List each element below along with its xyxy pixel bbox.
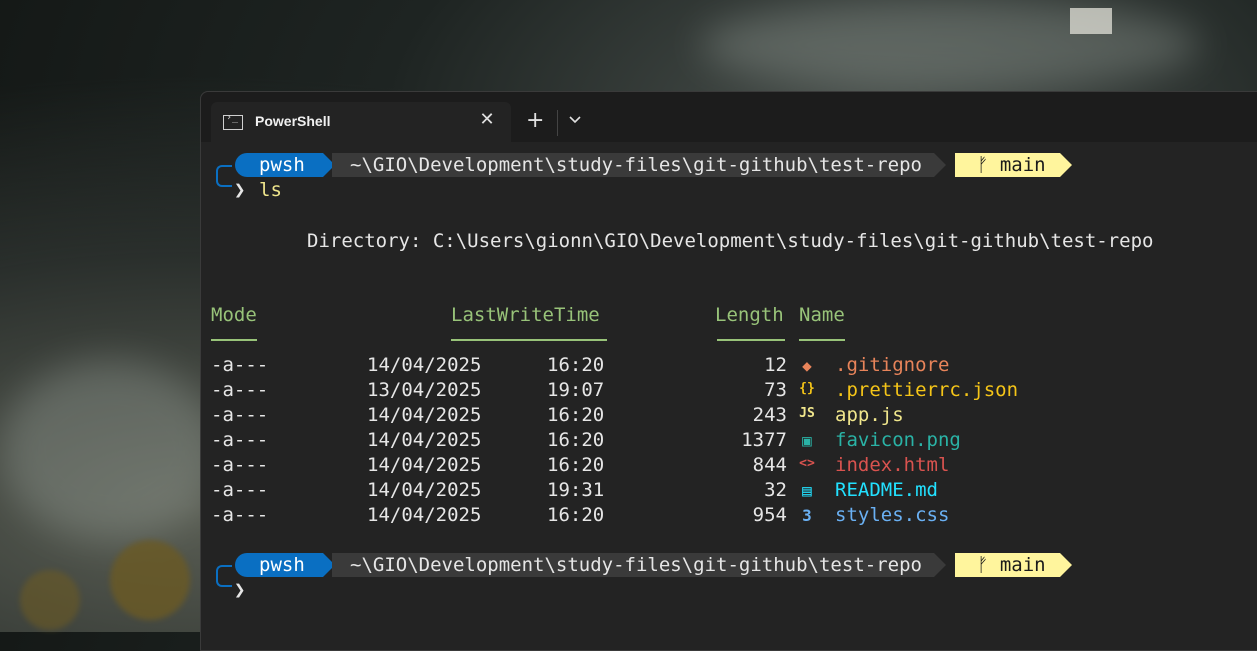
header-mode: Mode xyxy=(211,304,257,326)
file-name: .prettierrc.json xyxy=(835,379,1019,401)
readme-icon: ▤ xyxy=(802,481,812,500)
header-name: Name xyxy=(799,304,845,326)
close-icon[interactable]: ✕ xyxy=(477,110,497,130)
image-icon: ▣ xyxy=(802,431,812,450)
file-name: favicon.png xyxy=(835,429,961,451)
header-underline xyxy=(451,339,607,341)
json-icon: {} xyxy=(799,381,815,396)
fog-cloud xyxy=(0,360,220,540)
tree xyxy=(110,540,190,620)
chevron-down-icon[interactable] xyxy=(567,111,583,127)
new-tab-button[interactable]: + xyxy=(526,110,544,132)
prompt-arrow: ❯ xyxy=(234,179,246,201)
branch-name: main xyxy=(999,154,1046,176)
branch-icon: ᚠ xyxy=(977,554,989,576)
file-name: index.html xyxy=(835,454,950,476)
command-text: ls xyxy=(259,179,282,201)
header-underline xyxy=(799,339,845,341)
branch-name: main xyxy=(999,554,1046,576)
file-length: 12 xyxy=(764,354,787,376)
prompt-bracket xyxy=(216,565,232,587)
file-length: 954 xyxy=(752,504,787,526)
powershell-icon xyxy=(223,112,243,130)
fog-cloud xyxy=(700,0,1200,90)
file-length: 73 xyxy=(764,379,787,401)
file-name: .gitignore xyxy=(835,354,950,376)
prompt-git: ᚠ main xyxy=(955,153,1072,177)
file-length: 32 xyxy=(764,479,787,501)
css-icon: 3 xyxy=(802,506,812,525)
git-icon: ◆ xyxy=(802,356,812,375)
file-length: 243 xyxy=(752,404,787,426)
header-lastwrite: LastWriteTime xyxy=(451,304,600,326)
prompt-arrow: ❯ xyxy=(234,579,246,601)
header-underline xyxy=(717,339,785,341)
prompt-path: ~\GIO\Development\study-files\git-github… xyxy=(332,153,946,177)
tab-bar: PowerShell ✕ + xyxy=(201,92,1257,142)
prompt-shell: pwsh xyxy=(235,153,335,177)
header-underline xyxy=(211,339,257,341)
prompt-git: ᚠ main xyxy=(955,553,1072,577)
header-length: Length xyxy=(715,304,784,326)
file-length: 844 xyxy=(752,454,787,476)
file-name: README.md xyxy=(835,479,938,501)
branch-icon: ᚠ xyxy=(977,154,989,176)
tab-title: PowerShell xyxy=(255,113,331,129)
terminal-body[interactable]: pwsh ~\GIO\Development\study-files\git-g… xyxy=(201,142,1257,650)
file-length: 1377 xyxy=(741,429,787,451)
tab-powershell[interactable]: PowerShell ✕ xyxy=(211,102,511,142)
prompt-shell: pwsh xyxy=(235,553,335,577)
house xyxy=(1070,8,1112,34)
html-icon: <> xyxy=(799,456,815,471)
tree xyxy=(20,570,80,630)
prompt-path: ~\GIO\Development\study-files\git-github… xyxy=(332,553,946,577)
js-icon: JS xyxy=(799,406,815,421)
file-name: styles.css xyxy=(835,504,950,526)
divider xyxy=(557,110,558,136)
terminal-window: PowerShell ✕ + pwsh ~\GIO\Development\st… xyxy=(200,91,1257,651)
directory-line: Directory: C:\Users\gionn\GIO\Developmen… xyxy=(307,230,1154,252)
file-name: app.js xyxy=(835,404,904,426)
prompt-bracket xyxy=(216,165,232,187)
